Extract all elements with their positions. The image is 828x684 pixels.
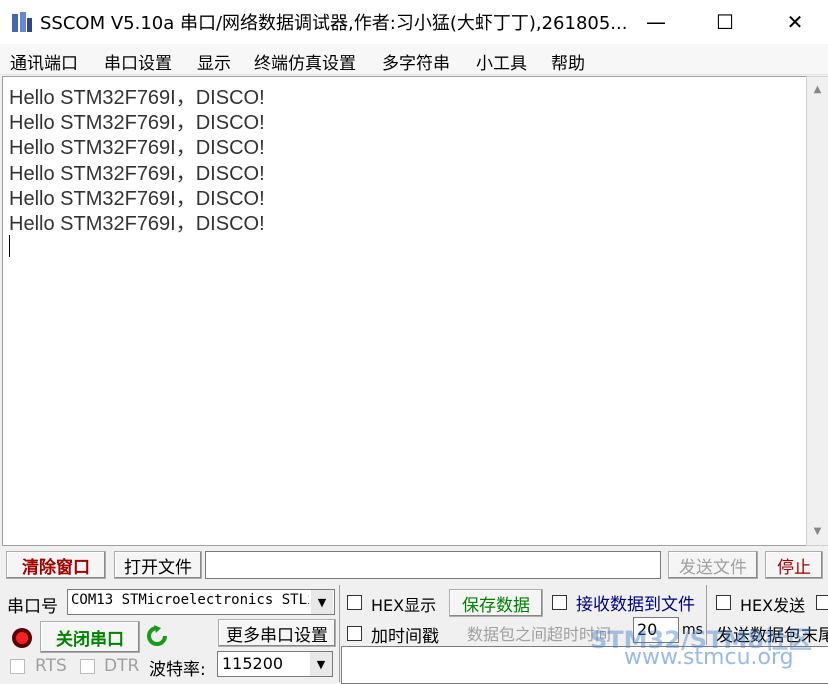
dtr-label: DTR: [104, 656, 140, 676]
receive-text-area[interactable]: Hello STM32F769I，DISCO! Hello STM32F769I…: [2, 76, 808, 546]
maximize-button[interactable]: ☐: [697, 0, 753, 44]
extra-checkbox[interactable]: [816, 595, 828, 610]
refresh-icon[interactable]: [145, 624, 169, 648]
send-file-button[interactable]: 发送文件: [668, 551, 758, 579]
receive-to-file-label: 接收数据到文件: [576, 595, 695, 615]
save-data-button[interactable]: 保存数据: [449, 589, 543, 617]
dtr-checkbox[interactable]: [80, 659, 95, 674]
receive-to-file-checkbox[interactable]: [552, 595, 567, 610]
hex-send-checkbox[interactable]: [716, 595, 731, 610]
window-title: SSCOM V5.10a 串口/网络数据调试器,作者:习小猛(大虾丁丁),261…: [40, 13, 628, 34]
menu-bar: 通讯端口 串口设置 显示 终端仿真设置 多字符串 小工具 帮助: [0, 44, 828, 75]
port-status-icon: [12, 628, 32, 648]
clear-window-button[interactable]: 清除窗口: [6, 551, 106, 579]
menu-multi-string[interactable]: 多字符串: [382, 49, 450, 74]
hex-display-checkbox[interactable]: [347, 595, 362, 610]
chevron-down-icon[interactable]: ▼: [310, 652, 332, 676]
watermark-url: www.stmcu.org: [624, 645, 794, 670]
port-label: 串口号: [7, 597, 58, 617]
menu-tools[interactable]: 小工具: [476, 49, 527, 74]
menu-display[interactable]: 显示: [197, 49, 231, 74]
scroll-up-icon[interactable]: ▲: [807, 79, 828, 99]
rts-label: RTS: [35, 656, 67, 676]
menu-serial-settings[interactable]: 串口设置: [104, 49, 172, 74]
menu-comm-port[interactable]: 通讯端口: [10, 49, 78, 74]
port-value: COM13 STMicroelectronics STLink: [71, 592, 309, 608]
text-caret: [9, 235, 10, 257]
close-button[interactable]: ✕: [767, 0, 823, 44]
menu-help[interactable]: 帮助: [551, 49, 585, 74]
rts-checkbox[interactable]: [10, 659, 25, 674]
output-line: Hello STM32F769I，DISCO!: [9, 137, 265, 159]
chevron-down-icon[interactable]: ▼: [311, 590, 333, 614]
open-file-button[interactable]: 打开文件: [114, 551, 202, 579]
baud-select[interactable]: 115200 ▼: [217, 651, 333, 677]
hex-display-label: HEX显示: [371, 596, 437, 615]
close-port-button[interactable]: 关闭串口: [40, 621, 140, 653]
title-bar: SSCOM V5.10a 串口/网络数据调试器,作者:习小猛(大虾丁丁),261…: [0, 0, 828, 44]
output-line: Hello STM32F769I，DISCO!: [9, 213, 265, 235]
scroll-down-icon[interactable]: ▼: [807, 521, 828, 541]
file-path-input[interactable]: [205, 551, 661, 579]
stop-button[interactable]: 停止: [765, 551, 823, 579]
vertical-scrollbar[interactable]: ▲ ▼: [806, 76, 828, 546]
more-serial-settings-button[interactable]: 更多串口设置: [218, 619, 336, 647]
timestamp-checkbox[interactable]: [347, 626, 362, 641]
baud-label: 波特率:: [149, 660, 206, 680]
port-select[interactable]: COM13 STMicroelectronics STLink ▼: [67, 589, 335, 615]
menu-terminal-emulation[interactable]: 终端仿真设置: [254, 49, 356, 74]
app-icon: [12, 12, 32, 32]
minimize-button[interactable]: —: [628, 0, 684, 44]
hex-send-label: HEX发送: [740, 596, 806, 615]
timestamp-label: 加时间戳: [371, 627, 439, 647]
baud-value: 115200: [222, 654, 284, 673]
panel-divider: [339, 585, 340, 682]
